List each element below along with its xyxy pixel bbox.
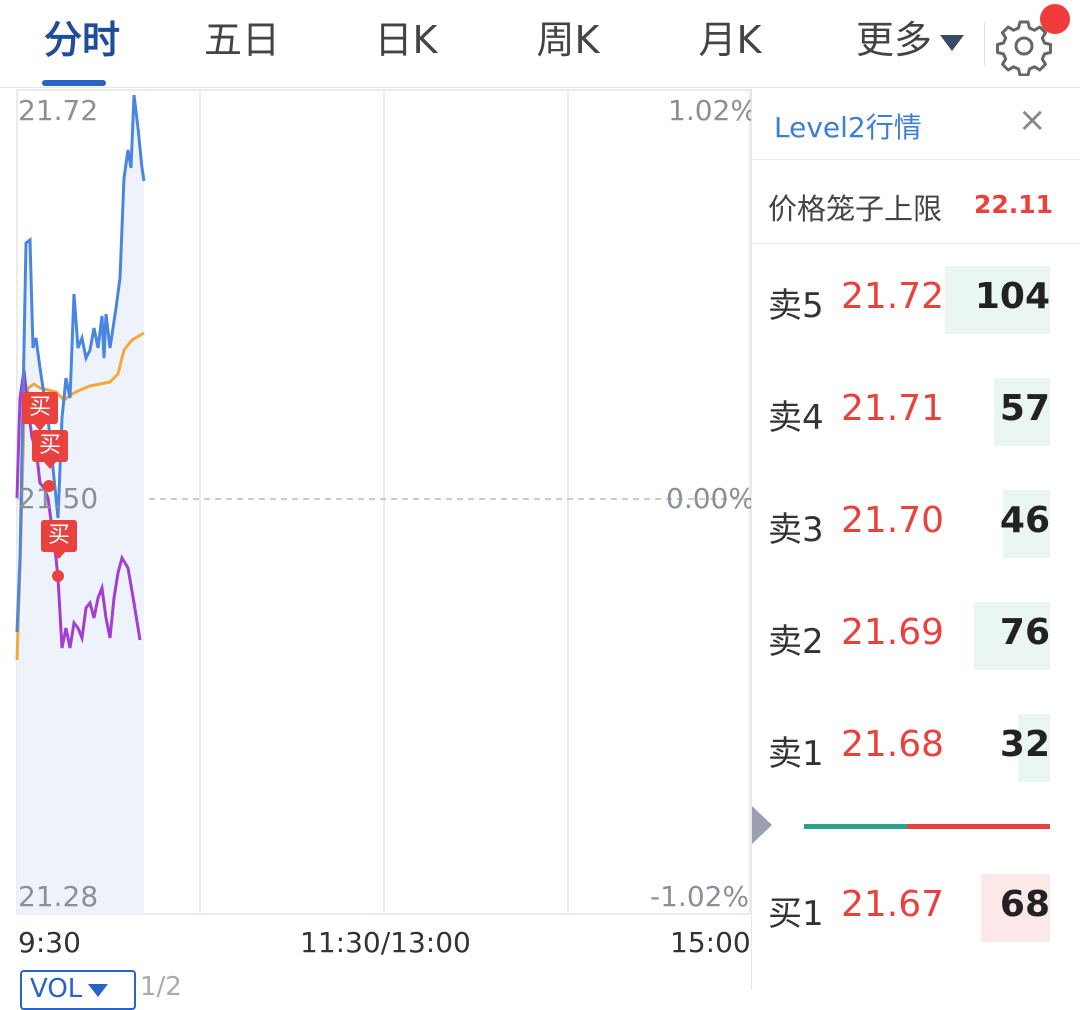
level-volume: 68 bbox=[999, 884, 1050, 925]
bid-ask-ratio-bar bbox=[804, 824, 1050, 829]
ask-row-5[interactable]: 卖5 21.72 104 bbox=[752, 264, 1080, 344]
level2-title[interactable]: Level2行情 bbox=[774, 106, 922, 146]
period-tab-bar: 分时 五日 日K 周K 月K 更多 bbox=[0, 0, 1080, 88]
price-cage-row: 价格笼子上限 22.11 bbox=[752, 160, 1080, 244]
level-price: 21.72 bbox=[841, 276, 945, 317]
level-label: 卖3 bbox=[768, 510, 824, 550]
buy-point-dot bbox=[43, 480, 55, 492]
bid-row-1[interactable]: 买1 21.67 68 bbox=[752, 872, 1080, 952]
ask-row-1[interactable]: 卖1 21.68 32 bbox=[752, 712, 1080, 792]
intraday-chart[interactable]: 21.72 21.50 21.28 1.02% 0.00% -1.02% 买 买… bbox=[0, 88, 757, 1010]
notification-badge bbox=[1040, 4, 1070, 34]
level-volume: 32 bbox=[999, 724, 1050, 765]
indicator-selector[interactable]: VOL bbox=[20, 970, 136, 1010]
level-volume: 57 bbox=[999, 388, 1050, 429]
indicator-page-indicator[interactable]: 1/2 bbox=[140, 972, 182, 1002]
active-tab-indicator bbox=[42, 80, 106, 86]
buy-point-dot bbox=[52, 570, 64, 582]
buy-marker[interactable]: 买 bbox=[32, 430, 68, 469]
level-volume: 104 bbox=[974, 276, 1050, 317]
y-axis-mid-label: 21.50 bbox=[18, 482, 99, 515]
expand-arrow-icon[interactable] bbox=[752, 806, 772, 844]
time-axis-mid: 11:30/13:00 bbox=[300, 926, 471, 959]
level-volume: 76 bbox=[999, 612, 1050, 653]
ask-row-2[interactable]: 卖2 21.69 76 bbox=[752, 600, 1080, 680]
buy-marker[interactable]: 买 bbox=[41, 520, 77, 559]
ask-row-4[interactable]: 卖4 21.71 57 bbox=[752, 376, 1080, 456]
level-label: 卖4 bbox=[768, 398, 824, 438]
level-price: 21.69 bbox=[841, 612, 945, 653]
pct-axis-mid-label: 0.00% bbox=[666, 482, 755, 515]
tab-weekly-k[interactable]: 周K bbox=[526, 0, 610, 88]
level-label: 卖2 bbox=[768, 622, 824, 662]
level-label: 卖5 bbox=[768, 286, 824, 326]
tab-monthly-k[interactable]: 月K bbox=[688, 0, 772, 88]
more-label: 更多 bbox=[856, 18, 933, 62]
level2-panel: Level2行情 × 价格笼子上限 22.11 卖5 21.72 104 卖4 … bbox=[751, 88, 1080, 990]
level-price: 21.70 bbox=[841, 500, 945, 541]
level-price: 21.71 bbox=[841, 388, 945, 429]
price-cage-value: 22.11 bbox=[974, 190, 1054, 219]
level-label: 买1 bbox=[768, 894, 824, 934]
level-volume: 46 bbox=[999, 500, 1050, 541]
time-axis-start: 9:30 bbox=[18, 926, 81, 959]
more-dropdown[interactable]: 更多 bbox=[856, 0, 965, 88]
level-price: 21.67 bbox=[841, 884, 945, 925]
ask-row-3[interactable]: 卖3 21.70 46 bbox=[752, 488, 1080, 568]
buy-marker[interactable]: 买 bbox=[22, 392, 58, 431]
tab-five-day[interactable]: 五日 bbox=[198, 0, 286, 88]
level2-header: Level2行情 × bbox=[752, 88, 1080, 160]
tab-intraday[interactable]: 分时 bbox=[38, 0, 126, 88]
time-axis-end: 15:00 bbox=[670, 926, 751, 959]
triangle-down-icon bbox=[88, 984, 109, 997]
triangle-down-icon bbox=[940, 34, 965, 51]
pct-axis-bottom-label: -1.02% bbox=[650, 880, 750, 913]
pct-axis-top-label: 1.02% bbox=[668, 94, 757, 127]
indicator-selector-label: VOL bbox=[30, 974, 83, 1004]
close-icon[interactable]: × bbox=[1018, 100, 1047, 140]
ratio-red-segment bbox=[907, 824, 1050, 829]
tab-daily-k[interactable]: 日K bbox=[364, 0, 448, 88]
divider bbox=[984, 22, 985, 66]
y-axis-top-label: 21.72 bbox=[18, 94, 99, 127]
y-axis-bottom-label: 21.28 bbox=[18, 880, 99, 913]
chart-canvas bbox=[15, 89, 751, 915]
ratio-green-segment bbox=[804, 824, 907, 829]
level-label: 卖1 bbox=[768, 734, 824, 774]
level-price: 21.68 bbox=[841, 724, 945, 765]
price-cage-label: 价格笼子上限 bbox=[768, 192, 943, 226]
